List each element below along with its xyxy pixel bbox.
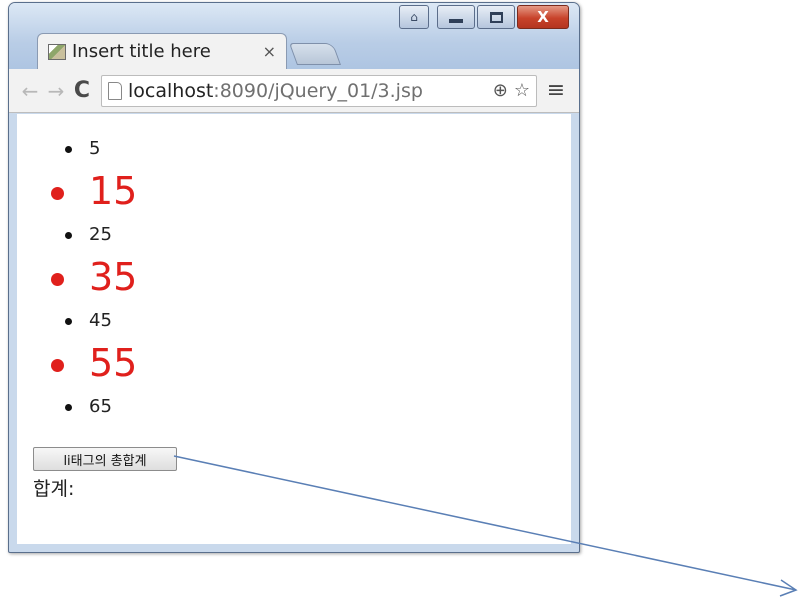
omnibox-icons: ⊕ ☆	[487, 80, 530, 101]
maximize-icon	[489, 11, 503, 23]
tab-title: Insert title here	[72, 41, 211, 62]
close-window-button[interactable]: X	[517, 5, 569, 29]
close-icon[interactable]: ×	[263, 42, 276, 61]
url-path: :8090/jQuery_01/3.jsp	[213, 79, 423, 102]
list-item-text: 45	[89, 310, 112, 331]
zoom-icon[interactable]: ⊕	[493, 80, 508, 101]
caption-buttons: ⌂ X	[399, 5, 569, 31]
bullet	[65, 404, 72, 411]
arrow-head-icon	[779, 579, 798, 597]
bullet	[65, 318, 72, 325]
minimize-icon	[449, 19, 463, 23]
menu-icon[interactable]: ≡	[541, 76, 571, 106]
bullet	[65, 232, 72, 239]
maximize-button[interactable]	[477, 5, 515, 29]
list-item-text: 15	[89, 169, 138, 213]
list-item: 25	[17, 220, 137, 249]
sum-button[interactable]: li태그의 총합계	[33, 447, 177, 471]
list-item: 35	[17, 249, 137, 306]
list-item: 55	[17, 335, 137, 392]
forward-icon[interactable]: →	[43, 76, 69, 106]
star-icon[interactable]: ☆	[514, 80, 530, 101]
page-icon	[108, 81, 122, 100]
bullet	[51, 359, 64, 372]
list-item-text: 35	[89, 255, 138, 299]
number-list: 5 15 25 35 45 55 65	[17, 134, 137, 421]
list-item: 15	[17, 163, 137, 220]
address-bar[interactable]: localhost:8090/jQuery_01/3.jsp ⊕ ☆	[101, 74, 537, 107]
page-viewport: 5 15 25 35 45 55 65 li태그의 총합계 합계:	[17, 114, 571, 544]
list-item-text: 65	[89, 396, 112, 417]
bullet	[51, 187, 64, 200]
list-item-text: 5	[89, 138, 101, 159]
new-tab-button[interactable]	[288, 43, 342, 65]
user-icon[interactable]: ⌂	[399, 5, 429, 29]
sum-label: 합계:	[33, 478, 75, 500]
back-icon[interactable]: ←	[17, 76, 43, 106]
list-item: 5	[17, 134, 137, 163]
browser-toolbar: ← → C localhost:8090/jQuery_01/3.jsp ⊕ ☆…	[9, 69, 579, 113]
browser-window: ⌂ X Insert title here × ← → C localhost:…	[8, 2, 580, 553]
bullet	[51, 273, 64, 286]
reload-icon[interactable]: C	[69, 76, 95, 106]
list-item: 45	[17, 306, 137, 335]
list-item: 65	[17, 392, 137, 421]
list-item-text: 25	[89, 224, 112, 245]
bullet	[65, 146, 72, 153]
minimize-button[interactable]	[437, 5, 475, 29]
list-item-text: 55	[89, 341, 138, 385]
url-host: localhost	[128, 79, 214, 102]
image-icon	[48, 43, 66, 60]
browser-tab[interactable]: Insert title here ×	[37, 33, 287, 69]
